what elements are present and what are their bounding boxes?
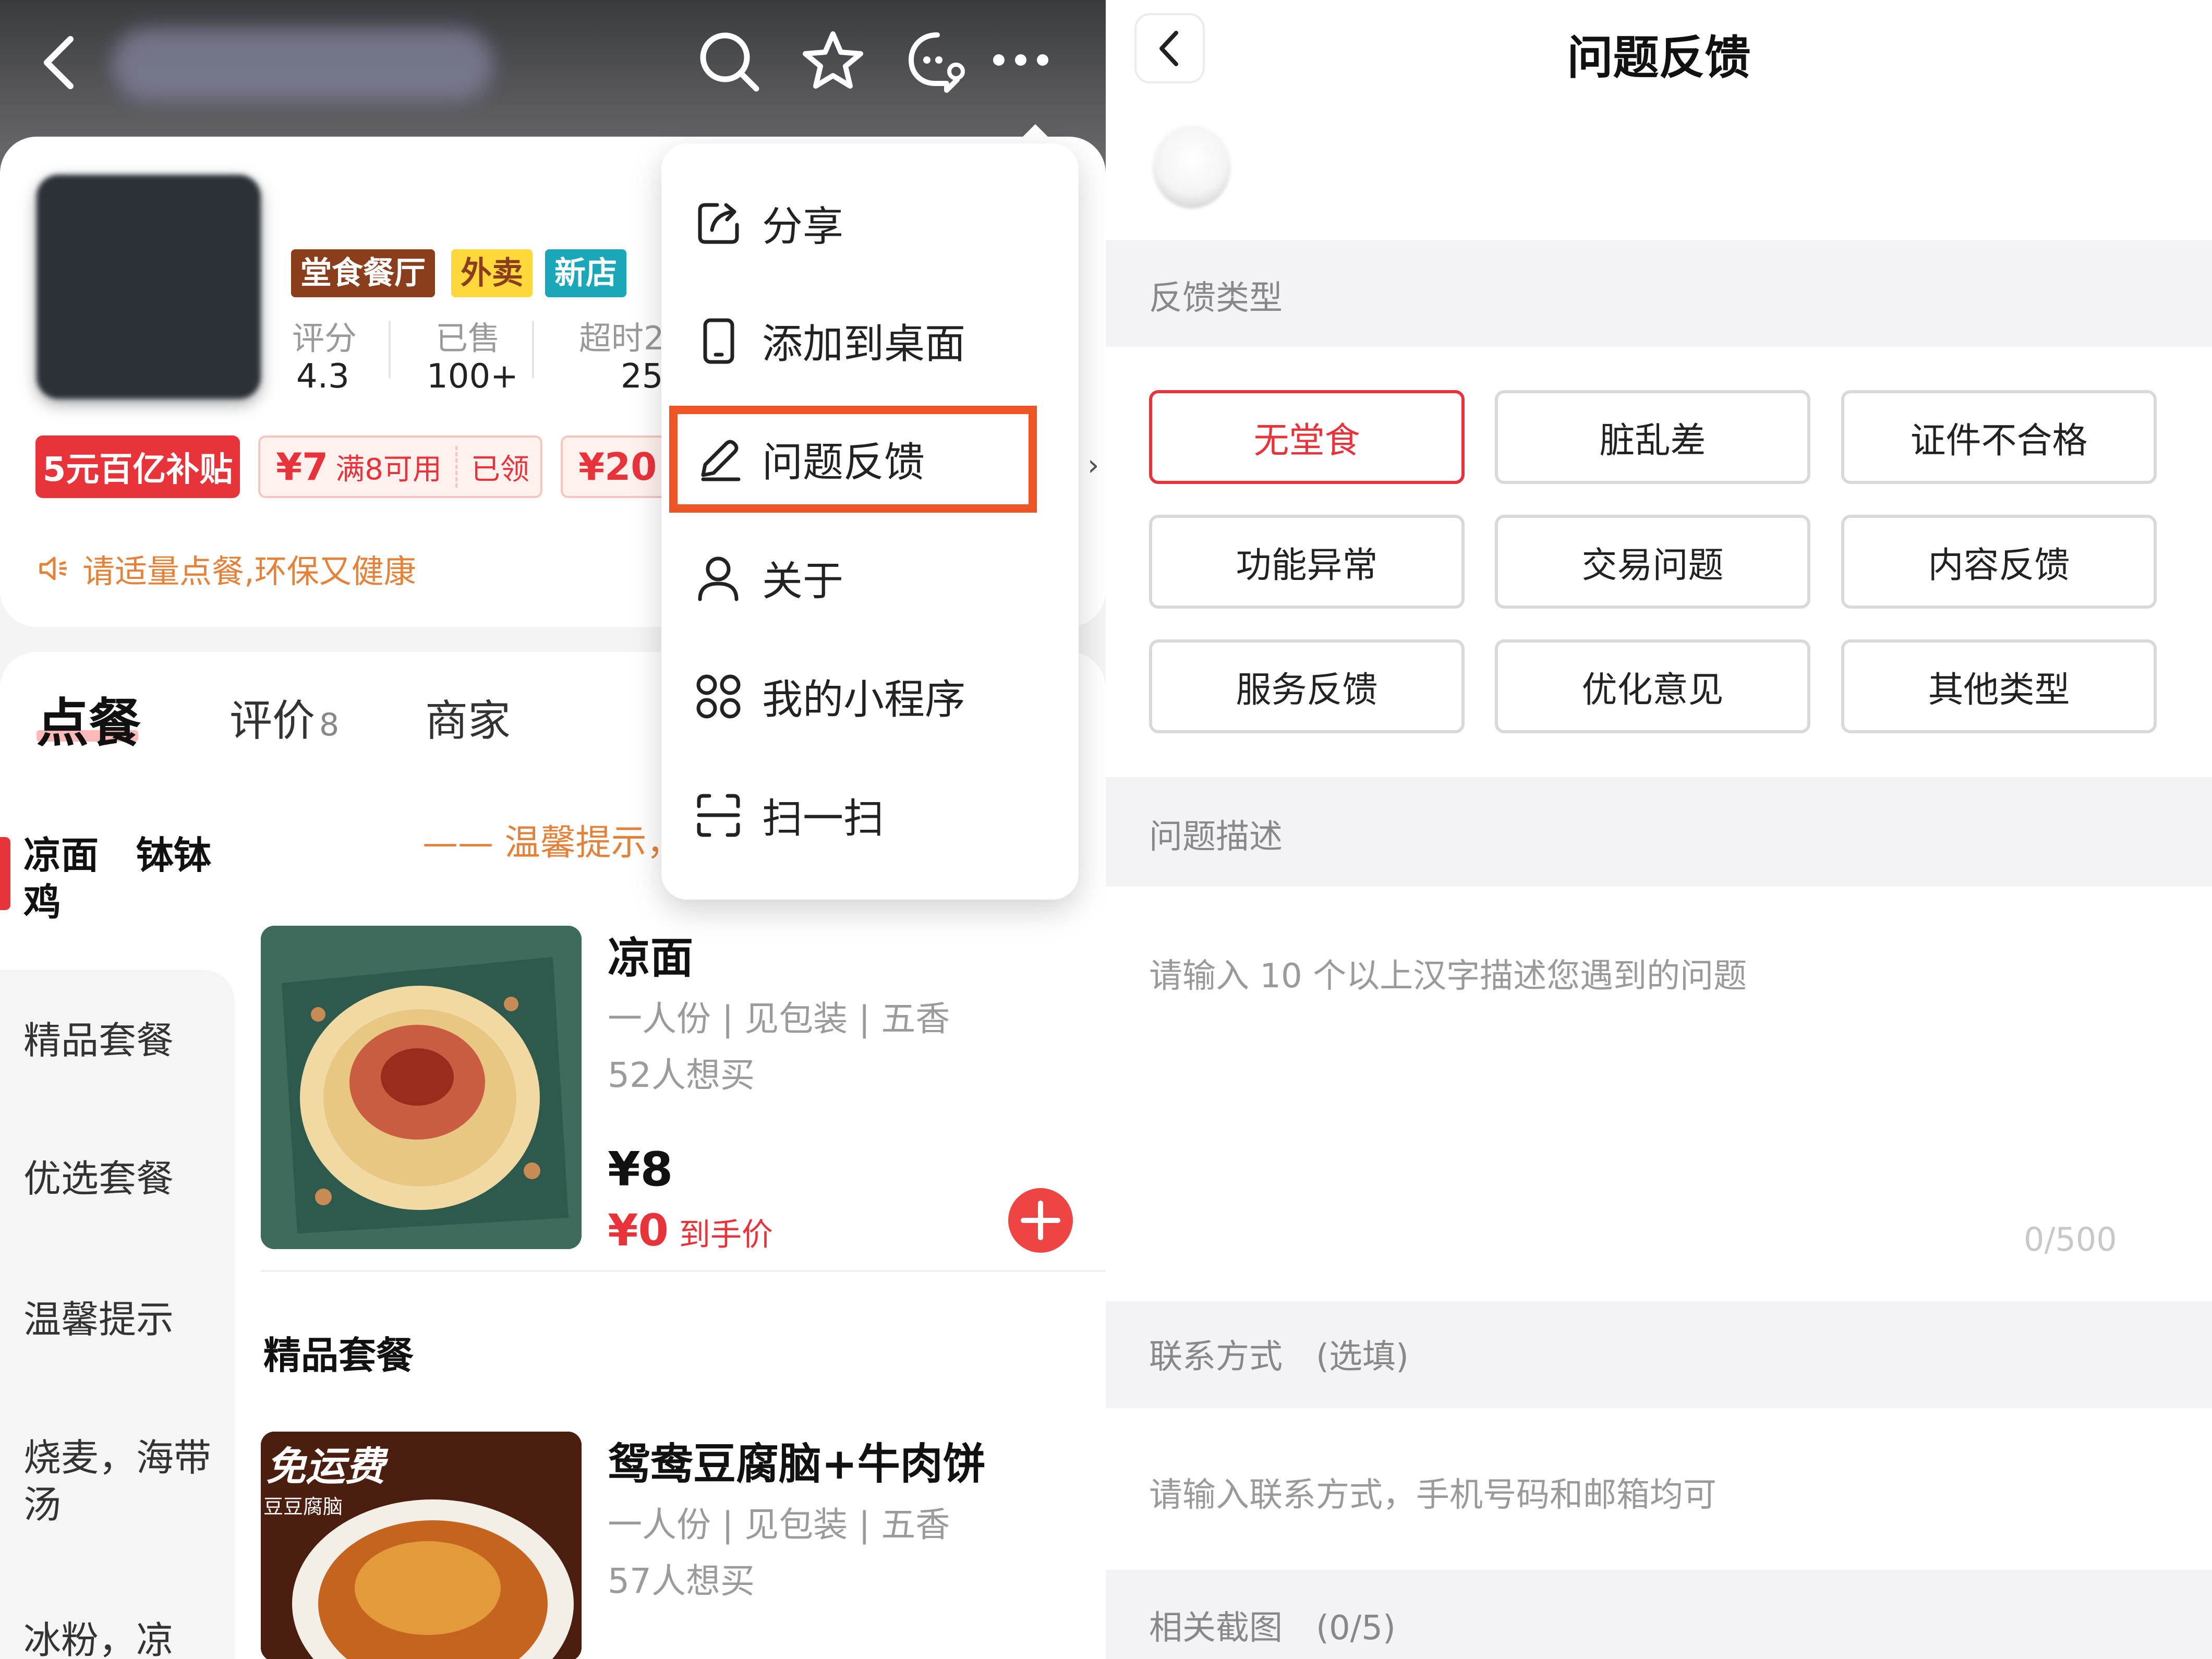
store-thumbnail: [1153, 125, 1231, 209]
share-icon: [698, 203, 739, 244]
warm-tip-heading: —— 温馨提示，: [422, 822, 682, 864]
tag-dine-in: 堂食餐厅: [291, 249, 435, 297]
feedback-type-chip[interactable]: 无堂食: [1149, 390, 1465, 484]
stat-divider: [532, 321, 534, 378]
product-title: 凉面: [608, 934, 694, 983]
product-price: ¥8: [608, 1142, 673, 1197]
menu-item-my-miniprograms[interactable]: 我的小程序: [694, 665, 965, 728]
menu-item-add-to-desktop[interactable]: 添加到桌面: [694, 309, 965, 372]
feedback-type-chip[interactable]: 脏乱差: [1495, 390, 1810, 484]
coupon-7[interactable]: ¥7 满8可用 已领: [258, 435, 542, 498]
coupon-state: 已领: [470, 452, 529, 487]
menu-item-label: 关于: [762, 558, 844, 605]
feedback-type-chip[interactable]: 功能异常: [1149, 515, 1465, 609]
store-notice: 请适量点餐,环保又健康: [38, 545, 416, 592]
product-image-liangmian[interactable]: [261, 926, 582, 1249]
menu-item-about[interactable]: 关于: [694, 547, 843, 609]
feedback-type-chip[interactable]: 服务反馈: [1149, 639, 1465, 733]
menu-item-label: 分享: [762, 203, 844, 250]
final-price-label: 到手价: [679, 1217, 773, 1253]
grid-icon: [696, 674, 741, 718]
person-icon: [698, 556, 739, 601]
category-item-active[interactable]: 凉面 钵钵鸡: [23, 832, 232, 926]
store-name-blurred: [112, 29, 493, 102]
tab-reviews-label: 评价: [229, 696, 316, 746]
menu-item-share[interactable]: 分享: [694, 192, 843, 255]
coupon-amount: ¥20: [578, 445, 657, 489]
category-item[interactable]: 优选套餐: [23, 1155, 232, 1202]
contact-input[interactable]: 请输入联系方式，手机号码和邮箱均可: [1149, 1468, 1717, 1516]
category-item[interactable]: 冰粉，凉: [23, 1617, 232, 1659]
category-active-indicator: [0, 837, 10, 910]
add-to-cart-button[interactable]: [1007, 1186, 1074, 1254]
coupon-amount: ¥7: [276, 445, 329, 489]
product-wants: 57人想买: [608, 1561, 755, 1601]
category-item[interactable]: 精品套餐: [23, 1017, 232, 1064]
char-counter: 0/500: [2024, 1220, 2117, 1258]
notice-text: 请适量点餐,环保又健康: [82, 552, 416, 590]
stat-label-timeout: 超时2: [579, 319, 664, 357]
description-label: 问题描述: [1149, 818, 1283, 856]
tab-reviews[interactable]: 评价 8: [229, 686, 339, 748]
tag-new-store: 新店: [545, 249, 626, 297]
speaker-icon: [39, 556, 67, 580]
feedback-type-chip[interactable]: 交易问题: [1495, 515, 1810, 609]
product-wants: 52人想买: [608, 1055, 755, 1095]
menu-item-label: 我的小程序: [762, 676, 966, 723]
description-input[interactable]: 请输入 10 个以上汉字描述您遇到的问题: [1149, 949, 1747, 997]
screenshots-label: 相关截图 (0/5): [1149, 1609, 1396, 1648]
contact-label: 联系方式 (选填): [1149, 1338, 1409, 1376]
tab-order[interactable]: 点餐: [37, 681, 141, 756]
search-icon[interactable]: [696, 29, 761, 94]
product-badge: 免运费: [266, 1443, 385, 1490]
store-avatar: [37, 175, 261, 399]
subsidy-badge[interactable]: 5元百亿补贴: [35, 435, 240, 498]
chevron-right-icon[interactable]: ›: [1087, 449, 1099, 482]
stat-value-timeout: 25: [621, 357, 663, 396]
product-meta: 一人份 | 见包装 | 五香: [608, 1505, 950, 1545]
section-header: 精品套餐: [263, 1334, 414, 1377]
coupon-divider: [455, 446, 457, 488]
feedback-type-chip[interactable]: 其他类型: [1841, 639, 2157, 733]
menu-item-label: 添加到桌面: [762, 321, 966, 368]
stat-divider: [389, 321, 391, 378]
customer-service-icon[interactable]: [905, 29, 970, 94]
feedback-type-label: 反馈类型: [1149, 279, 1283, 318]
stat-value-rating: 4.3: [296, 357, 349, 396]
product-title: 鸳鸯豆腐脑+牛肉饼: [608, 1439, 986, 1489]
final-price-amount: ¥0: [608, 1205, 669, 1256]
coupon-condition: 满8可用: [335, 452, 442, 487]
category-item[interactable]: 烧麦，海带汤: [23, 1434, 232, 1528]
star-icon[interactable]: [801, 29, 866, 94]
page-title: 问题反馈: [1567, 31, 1751, 84]
dropdown-arrow: [1014, 124, 1056, 145]
tab-merchant[interactable]: 商家: [425, 686, 511, 748]
phone-icon: [703, 318, 734, 364]
stat-value-sold: 100+: [427, 357, 518, 396]
tag-delivery: 外卖: [451, 249, 533, 297]
back-icon[interactable]: [37, 29, 83, 96]
stat-label-sold: 已售: [436, 319, 501, 357]
scan-icon: [697, 794, 740, 837]
feedback-highlight-box: [669, 406, 1037, 513]
feedback-type-chip[interactable]: 证件不合格: [1841, 390, 2157, 484]
category-item[interactable]: 温馨提示: [23, 1296, 232, 1343]
product-divider: [261, 1270, 1106, 1272]
product-final-price: ¥0 到手价: [608, 1205, 773, 1256]
menu-item-scan[interactable]: 扫一扫: [694, 784, 884, 846]
tab-reviews-count: 8: [319, 707, 340, 743]
feedback-type-chip[interactable]: 内容反馈: [1841, 515, 2157, 609]
stat-label-rating: 评分: [292, 319, 357, 357]
product-meta: 一人份 | 见包装 | 五香: [608, 999, 950, 1039]
feedback-type-chip[interactable]: 优化意见: [1495, 639, 1810, 733]
more-icon[interactable]: [991, 52, 1051, 68]
product-badge-sub: 豆豆腐脑: [263, 1495, 343, 1518]
menu-item-label: 扫一扫: [762, 795, 885, 842]
